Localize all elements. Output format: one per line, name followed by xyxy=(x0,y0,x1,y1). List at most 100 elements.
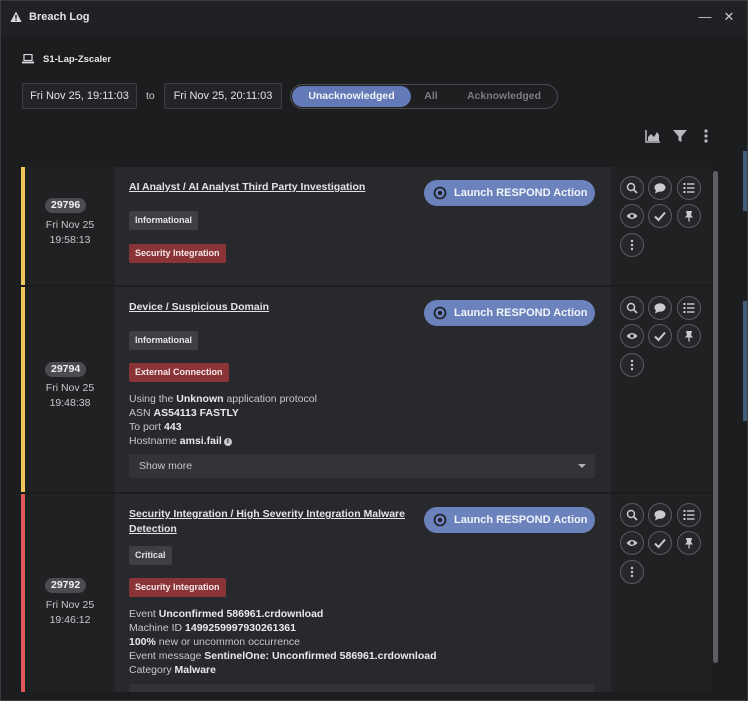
detail-port: To port 443 xyxy=(129,421,182,433)
comment-icon xyxy=(654,510,666,521)
comment-button[interactable] xyxy=(648,503,672,527)
breach-id-badge[interactable]: 29794 xyxy=(45,362,87,377)
comment-icon xyxy=(654,303,666,314)
more-actions-button[interactable] xyxy=(620,560,644,584)
breach-time: 19:58:13 xyxy=(49,234,91,246)
comment-icon xyxy=(654,183,666,194)
watch-button[interactable] xyxy=(620,324,644,348)
launch-respond-button[interactable]: Launch RESPOND Action xyxy=(424,300,595,326)
breach-date: Fri Nov 25 xyxy=(45,599,95,611)
list-button[interactable] xyxy=(677,503,701,527)
breach-id-badge[interactable]: 29792 xyxy=(45,578,87,593)
info-icon[interactable]: i xyxy=(223,438,232,446)
breach-title[interactable]: Device / Suspicious Domain xyxy=(129,300,269,315)
filter-icon[interactable] xyxy=(672,128,688,144)
category-tag: External Connection xyxy=(129,363,229,382)
search-icon xyxy=(626,302,638,314)
warning-icon xyxy=(10,11,22,22)
check-icon xyxy=(654,331,666,342)
close-button[interactable]: ✕ xyxy=(722,10,736,24)
show-more-toggle[interactable]: Show more xyxy=(129,454,595,478)
list-icon xyxy=(683,303,695,313)
search-button[interactable] xyxy=(620,296,644,320)
date-range-separator: to xyxy=(146,90,155,102)
list-button[interactable] xyxy=(677,176,701,200)
breach-title[interactable]: AI Analyst / AI Analyst Third Party Inve… xyxy=(129,180,365,195)
chevron-down-icon xyxy=(578,464,586,468)
respond-icon xyxy=(433,306,447,320)
watch-button[interactable] xyxy=(620,204,644,228)
comment-button[interactable] xyxy=(648,296,672,320)
breach-card: 29796 Fri Nov 25 19:58:13 AI Analyst / A… xyxy=(21,167,712,286)
eye-icon xyxy=(626,333,638,339)
pin-button[interactable] xyxy=(677,204,701,228)
list-icon xyxy=(683,183,695,193)
show-more-label: Show more xyxy=(139,460,193,472)
pin-icon xyxy=(685,331,693,342)
show-more-toggle[interactable] xyxy=(129,684,595,692)
breach-card: 29794 Fri Nov 25 19:48:38 Device / Suspi… xyxy=(21,287,712,493)
chart-icon[interactable] xyxy=(645,128,661,144)
launch-respond-label: Launch RESPOND Action xyxy=(454,187,588,199)
eye-icon xyxy=(626,213,638,219)
detail-event-message: Event message SentinelOne: Unconfirmed 5… xyxy=(129,650,437,662)
more-options-icon[interactable] xyxy=(698,128,714,144)
breach-date: Fri Nov 25 xyxy=(45,382,95,394)
list-icon xyxy=(683,510,695,520)
acknowledge-button[interactable] xyxy=(648,204,672,228)
more-vertical-icon xyxy=(630,239,634,251)
severity-tag: Informational xyxy=(129,331,199,350)
more-actions-button[interactable] xyxy=(620,233,644,257)
breach-time: 19:46:12 xyxy=(49,614,91,626)
search-icon xyxy=(626,509,638,521)
search-icon xyxy=(626,182,638,194)
title-bar: Breach Log — ✕ xyxy=(1,1,747,35)
date-from-field[interactable]: Fri Nov 25, 19:11:03 xyxy=(22,83,137,109)
more-actions-button[interactable] xyxy=(620,353,644,377)
launch-respond-button[interactable]: Launch RESPOND Action xyxy=(424,180,595,206)
breach-title[interactable]: Security Integration / High Severity Int… xyxy=(129,507,405,522)
comment-button[interactable] xyxy=(648,176,672,200)
detail-category: Category Malware xyxy=(129,664,216,676)
detail-asn: ASN AS54113 FASTLY xyxy=(129,407,239,419)
detail-hostname: Hostname amsi.fail i xyxy=(129,434,232,448)
tab-all[interactable]: All xyxy=(415,86,447,107)
detail-machine-id: Machine ID 1499259997930261361 xyxy=(129,622,296,634)
breach-id-badge[interactable]: 29796 xyxy=(45,198,87,213)
minimize-button[interactable]: — xyxy=(698,10,712,24)
pin-button[interactable] xyxy=(677,531,701,555)
pin-button[interactable] xyxy=(677,324,701,348)
pin-icon xyxy=(685,211,693,222)
breach-time: 19:48:38 xyxy=(49,397,91,409)
search-button[interactable] xyxy=(620,176,644,200)
scrollbar-thumb[interactable] xyxy=(713,171,718,663)
window-title: Breach Log xyxy=(29,11,90,23)
detail-occurrence: 100% new or uncommon occurrence xyxy=(129,636,301,648)
background-window-edge xyxy=(743,151,747,211)
breach-title-continued[interactable]: Detection xyxy=(129,522,177,537)
breach-log-window: Breach Log — ✕ S1-Lap-Zscaler Fri Nov 25… xyxy=(0,0,748,701)
tab-unacknowledged[interactable]: Unacknowledged xyxy=(292,86,411,107)
device-row: S1-Lap-Zscaler xyxy=(22,51,111,67)
acknowledgement-filter: Unacknowledged All Acknowledged xyxy=(290,84,558,109)
breach-card: 29792 Fri Nov 25 19:46:12 Security Integ… xyxy=(21,494,712,692)
search-button[interactable] xyxy=(620,503,644,527)
respond-icon xyxy=(433,513,447,527)
acknowledge-button[interactable] xyxy=(648,531,672,555)
category-tag: Security Integration xyxy=(129,244,226,263)
date-to-field[interactable]: Fri Nov 25, 20:11:03 xyxy=(164,83,282,109)
launch-respond-button[interactable]: Launch RESPOND Action xyxy=(424,507,595,533)
acknowledge-button[interactable] xyxy=(648,324,672,348)
pin-icon xyxy=(685,538,693,549)
tab-acknowledged[interactable]: Acknowledged xyxy=(457,86,551,107)
background-window-edge xyxy=(743,301,747,421)
breach-meta xyxy=(25,494,115,692)
watch-button[interactable] xyxy=(620,531,644,555)
severity-tag: Informational xyxy=(129,211,199,230)
device-name: S1-Lap-Zscaler xyxy=(43,53,112,65)
check-icon xyxy=(654,538,666,549)
list-button[interactable] xyxy=(677,296,701,320)
laptop-icon xyxy=(22,54,34,64)
severity-tag: Critical xyxy=(129,546,172,565)
launch-respond-label: Launch RESPOND Action xyxy=(454,514,588,526)
